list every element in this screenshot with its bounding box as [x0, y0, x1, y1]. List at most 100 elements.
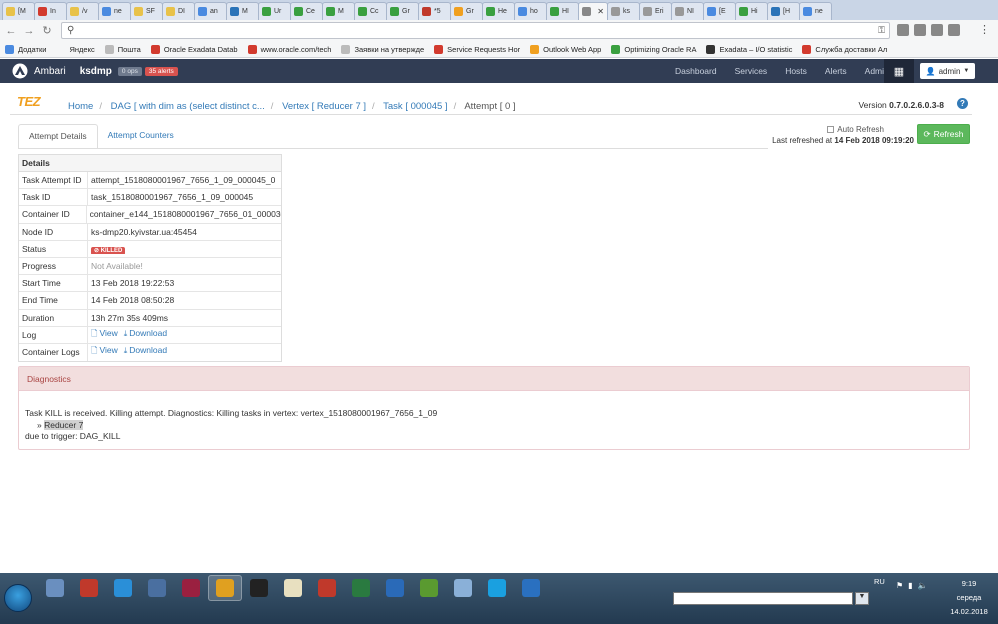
- auto-refresh-checkbox[interactable]: [827, 126, 835, 133]
- ambari-logo-icon[interactable]: [12, 63, 28, 79]
- browser-tab[interactable]: SF: [130, 2, 163, 20]
- bookmark-item[interactable]: Пошта: [104, 44, 141, 54]
- nav-dashboard[interactable]: Dashboard: [675, 66, 717, 76]
- taskbar-app-button[interactable]: [446, 575, 480, 601]
- taskbar-app-button[interactable]: [106, 575, 140, 601]
- browser-tab[interactable]: [E: [703, 2, 736, 20]
- taskbar-app-button[interactable]: [72, 575, 106, 601]
- taskbar-app-button[interactable]: [38, 575, 72, 601]
- browser-tab[interactable]: [M: [2, 2, 35, 20]
- pdf-icon: [318, 579, 336, 597]
- breadcrumb-dag[interactable]: DAG [ with dim as (select distinct c...: [111, 101, 265, 112]
- bookmark-item[interactable]: www.oracle.com/tech: [247, 44, 331, 54]
- browser-tab[interactable]: M: [226, 2, 259, 20]
- tab-attempt-counters[interactable]: Attempt Counters: [98, 124, 184, 149]
- browser-tab[interactable]: In: [34, 2, 67, 20]
- bookmark-item[interactable]: Exadata – I/O statistic: [706, 44, 792, 54]
- forward-icon[interactable]: →: [22, 25, 36, 37]
- browser-tab[interactable]: *5: [418, 2, 451, 20]
- bookmark-item[interactable]: Service Requests Hor: [434, 44, 520, 54]
- alerts-badge[interactable]: 35 alerts: [144, 66, 178, 76]
- browser-tab[interactable]: Gr: [450, 2, 483, 20]
- view-log-link[interactable]: 🗋 View: [91, 328, 118, 338]
- taskbar-app-button[interactable]: [140, 575, 174, 601]
- taskbar-app-button[interactable]: [514, 575, 548, 601]
- extension-icon[interactable]: [897, 24, 909, 36]
- taskbar-app-button[interactable]: [208, 575, 242, 601]
- taskbar-app-button[interactable]: [276, 575, 310, 601]
- nav-hosts[interactable]: Hosts: [785, 66, 807, 76]
- views-grid-icon[interactable]: ▦: [884, 59, 914, 83]
- taskbar-app-button[interactable]: [310, 575, 344, 601]
- address-input[interactable]: ⚲ ⚿: [61, 22, 890, 39]
- nav-alerts[interactable]: Alerts: [825, 66, 847, 76]
- breadcrumb-task[interactable]: Task [ 000045 ]: [383, 101, 447, 112]
- nav-services[interactable]: Services: [735, 66, 768, 76]
- taskbar-app-button[interactable]: [480, 575, 514, 601]
- bookmark-label: Заявки на утвержде: [354, 44, 425, 54]
- diagnostics-body: Task KILL is received. Killing attempt. …: [19, 391, 969, 443]
- taskbar-app-button[interactable]: [378, 575, 412, 601]
- bookmark-item[interactable]: Outlook Web App: [530, 44, 601, 54]
- attempt-tabs: Attempt Details Attempt Counters: [18, 124, 184, 149]
- refresh-button[interactable]: ⟳ Refresh: [917, 124, 970, 144]
- browser-tab[interactable]: ho: [514, 2, 547, 20]
- taskbar-app-button[interactable]: [412, 575, 446, 601]
- bookmark-item[interactable]: Oracle Exadata Datab: [150, 44, 238, 54]
- browser-tab[interactable]: NI: [671, 2, 704, 20]
- bookmark-item[interactable]: Додатки: [5, 44, 46, 54]
- bookmark-item[interactable]: Яндекс: [56, 44, 95, 54]
- bookmark-item[interactable]: Служба доставки Ал: [802, 44, 887, 54]
- user-menu-button[interactable]: 👤 admin ▼: [920, 63, 975, 79]
- ops-badge[interactable]: 0 ops: [117, 66, 142, 76]
- taskbar-app-button[interactable]: [344, 575, 378, 601]
- tez-logo[interactable]: TEZ: [17, 94, 41, 109]
- browser-tab[interactable]: [H: [767, 2, 800, 20]
- extension-icon[interactable]: [914, 24, 926, 36]
- ambari-brand[interactable]: Ambari: [34, 66, 66, 77]
- start-button[interactable]: [4, 584, 32, 612]
- reload-icon[interactable]: ↻: [40, 24, 54, 37]
- browser-tab[interactable]: Ce: [290, 2, 323, 20]
- browser-menu-icon[interactable]: ⋮: [979, 23, 990, 36]
- tray-volume-icon[interactable]: 🔈: [918, 581, 928, 590]
- breadcrumb-vertex[interactable]: Vertex [ Reducer 7 ]: [282, 101, 366, 112]
- download-log-link[interactable]: ⤓ Download: [124, 345, 167, 355]
- browser-tab[interactable]: Cc: [354, 2, 387, 20]
- download-log-link[interactable]: ⤓ Download: [124, 328, 167, 338]
- back-icon[interactable]: ←: [4, 25, 18, 37]
- bookmark-item[interactable]: Optimizing Oracle RA: [611, 44, 696, 54]
- taskbar-go-icon[interactable]: ▼: [855, 592, 869, 605]
- extension-icon[interactable]: [931, 24, 943, 36]
- key-icon[interactable]: ⚿: [878, 25, 885, 36]
- tray-network-icon[interactable]: ▮: [908, 581, 912, 590]
- help-icon[interactable]: ?: [957, 98, 968, 109]
- taskbar-app-button[interactable]: [242, 575, 276, 601]
- browser-tab[interactable]: Ur: [258, 2, 291, 20]
- browser-tab[interactable]: Eri: [639, 2, 672, 20]
- close-tab-icon[interactable]: ✕: [597, 7, 604, 16]
- extension-icon[interactable]: [948, 24, 960, 36]
- breadcrumb-home[interactable]: Home: [68, 101, 93, 112]
- browser-tab[interactable]: ne: [98, 2, 131, 20]
- browser-tab[interactable]: Hi: [735, 2, 768, 20]
- view-log-link[interactable]: 🗋 View: [91, 345, 118, 355]
- browser-tab[interactable]: ks: [607, 2, 640, 20]
- browser-tab[interactable]: ✕: [578, 2, 608, 20]
- browser-tab[interactable]: He: [482, 2, 515, 20]
- browser-tab[interactable]: DI: [162, 2, 195, 20]
- browser-tab[interactable]: ne: [799, 2, 832, 20]
- taskbar-address-input[interactable]: [673, 592, 853, 605]
- language-indicator[interactable]: RU: [874, 577, 885, 586]
- auto-refresh-toggle[interactable]: Auto Refresh: [827, 125, 884, 134]
- browser-tab[interactable]: Gr: [386, 2, 419, 20]
- browser-tab[interactable]: M: [322, 2, 355, 20]
- taskbar-app-button[interactable]: [174, 575, 208, 601]
- browser-tab[interactable]: an: [194, 2, 227, 20]
- browser-tab[interactable]: /v: [66, 2, 99, 20]
- bookmark-item[interactable]: Заявки на утвержде: [341, 44, 425, 54]
- browser-tab[interactable]: HI: [546, 2, 579, 20]
- tray-flag-icon[interactable]: ⚑: [896, 581, 903, 590]
- system-clock[interactable]: 9:19 середа 14.02.2018: [944, 577, 994, 619]
- tab-attempt-details[interactable]: Attempt Details: [18, 124, 98, 149]
